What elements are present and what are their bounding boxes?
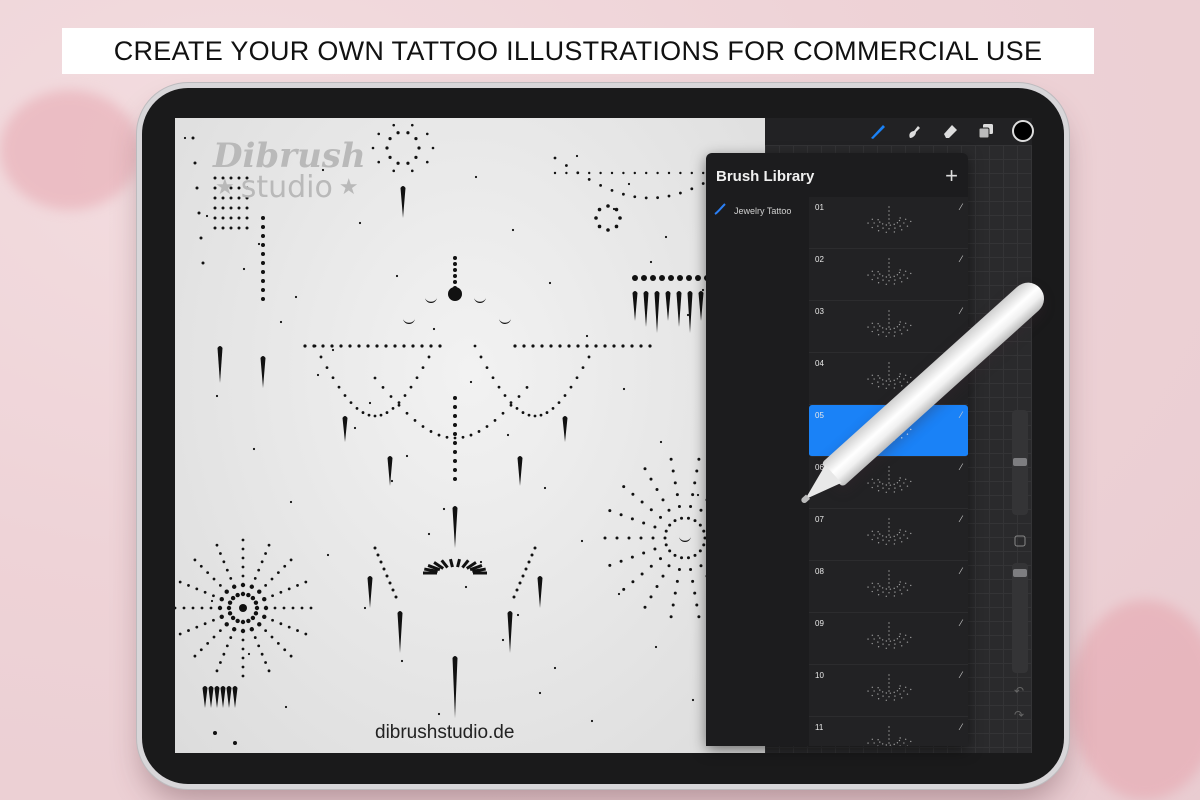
brush-number: 01 [815,203,824,212]
procreate-toolbar [830,118,1042,144]
brush-stroke-icon: ⁄ [960,306,962,316]
brush-number: 03 [815,307,824,316]
brush-preview [867,258,912,285]
brush-size-slider[interactable] [1012,410,1028,515]
brush-stroke-icon: ⁄ [960,462,962,472]
brush-stroke-icon: ⁄ [960,202,962,212]
brush-library-title: Brush Library [716,168,815,185]
opacity-slider[interactable] [1012,563,1028,673]
headline-text: CREATE YOUR OWN TATTOO ILLUSTRATIONS FOR… [113,35,1043,66]
brush-number: 02 [815,255,824,264]
brush-preview [867,518,912,545]
add-brush-button[interactable]: + [945,163,958,189]
brush-number: 04 [815,359,824,368]
opacity-knob[interactable] [1013,569,1027,577]
logo-studio-text: studio [240,170,333,205]
brush-item[interactable]: 11 ⁄ [809,717,968,746]
smudge-icon[interactable] [904,121,924,141]
star-icon: ★ [215,175,235,200]
brush-number: 10 [815,671,824,680]
brush-number: 08 [815,567,824,576]
brush-number: 05 [815,411,824,420]
brush-preview [867,622,912,649]
brush-stroke-icon: ⁄ [960,566,962,576]
brush-item[interactable]: 10 ⁄ [809,665,968,717]
brush-preview [867,674,912,701]
website-url: dibrushstudio.de [375,722,515,743]
layers-icon[interactable] [976,121,996,141]
brush-stroke-icon: ⁄ [960,514,962,524]
modify-button[interactable] [1014,535,1026,550]
undo-icon[interactable]: ↶ [1014,684,1024,698]
brush-item[interactable]: 09 ⁄ [809,613,968,665]
brush-icon[interactable] [868,121,888,141]
brush-stroke-icon: ⁄ [960,254,962,264]
brush-number: 11 [815,723,824,732]
headline-banner: CREATE YOUR OWN TATTOO ILLUSTRATIONS FOR… [62,28,1094,74]
brush-stroke-icon: ⁄ [960,722,962,732]
brush-item[interactable]: 07 ⁄ [809,509,968,561]
brush-preview [867,726,912,746]
redo-icon[interactable]: ↷ [1014,708,1024,722]
brush-preview [867,570,912,597]
brush-item[interactable]: 01 ⁄ [809,197,968,249]
brush-number: 07 [815,515,824,524]
pink-glitter-decoration [0,90,140,210]
brush-size-knob[interactable] [1013,458,1027,466]
brush-set-item[interactable]: Jewelry Tattoo [706,197,806,224]
brush-item[interactable]: 02 ⁄ [809,249,968,301]
color-picker[interactable] [1012,120,1034,142]
brush-item[interactable]: 08 ⁄ [809,561,968,613]
brush-stroke-icon: ⁄ [960,618,962,628]
drawing-canvas[interactable]: Dibrush ★ studio ★ dibrushstudio.de [175,118,765,753]
brush-stroke-icon [714,203,726,218]
eraser-icon[interactable] [940,121,960,141]
brush-stroke-icon: ⁄ [960,410,962,420]
pink-glitter-decoration [1070,600,1200,800]
brush-stroke-icon: ⁄ [960,670,962,680]
brush-preview [867,206,912,233]
brush-preview [867,310,912,337]
brush-number: 09 [815,619,824,628]
brush-set-label: Jewelry Tattoo [734,205,792,216]
logo-studio: ★ studio ★ [215,170,359,205]
star-icon: ★ [338,175,359,200]
brush-sets-column: Jewelry Tattoo [706,197,806,746]
brush-item[interactable]: 03 ⁄ [809,301,968,353]
tattoo-artwork [175,123,765,745]
